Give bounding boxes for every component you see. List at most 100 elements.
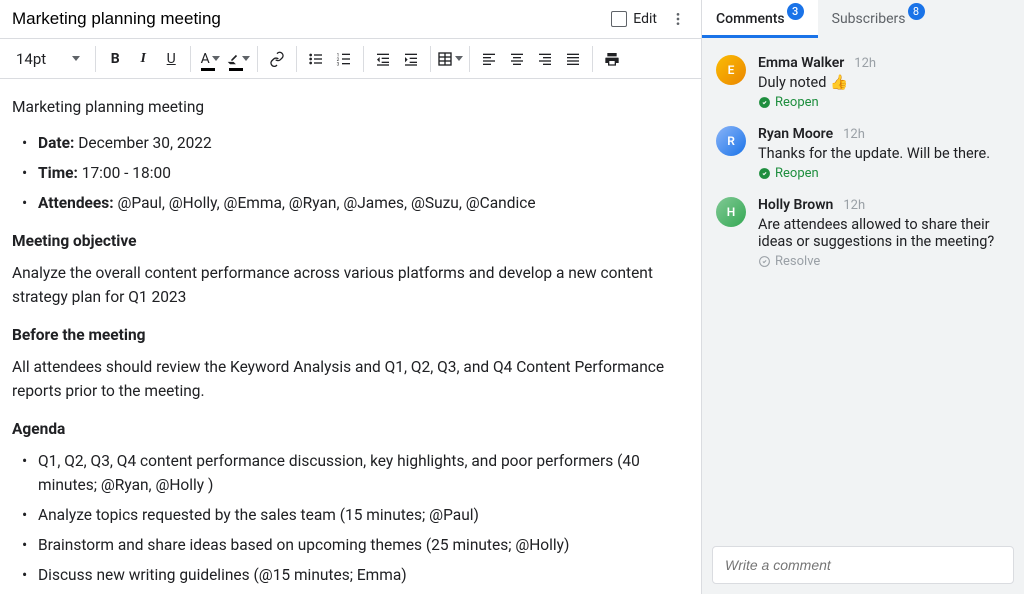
- meta-item: Time: 17:00 - 18:00: [22, 161, 689, 185]
- comments-list: E Emma Walker 12h Duly noted 👍 Reopen R …: [702, 37, 1024, 536]
- print-button[interactable]: [598, 45, 626, 73]
- chevron-down-icon: [72, 56, 80, 61]
- text-color-icon: A: [201, 51, 210, 67]
- subscribers-count-badge: 8: [908, 3, 925, 20]
- underline-icon: U: [167, 51, 176, 67]
- more-menu-button[interactable]: [667, 8, 689, 30]
- highlight-icon: [226, 52, 240, 66]
- numbered-list-button[interactable]: 123: [330, 45, 358, 73]
- svg-text:3: 3: [337, 61, 340, 66]
- tab-comments[interactable]: Comments 3: [702, 0, 818, 37]
- comment-time: 12h: [854, 56, 876, 71]
- before-text: All attendees should review the Keyword …: [12, 355, 689, 403]
- editor-header: Edit: [0, 0, 701, 39]
- bullet-list-icon: [308, 51, 324, 67]
- agenda-item: Brainstorm and share ideas based on upco…: [22, 533, 689, 557]
- comment-time: 12h: [843, 127, 865, 142]
- comment-input-wrap: [702, 536, 1024, 594]
- separator: [469, 46, 470, 72]
- highlight-button[interactable]: [224, 45, 252, 73]
- align-left-icon: [481, 51, 497, 67]
- comment-author: Emma Walker: [758, 55, 844, 71]
- separator: [592, 46, 593, 72]
- chevron-down-icon: [242, 56, 250, 61]
- underline-button[interactable]: U: [157, 45, 185, 73]
- table-icon: [437, 51, 453, 67]
- bullet-list-button[interactable]: [302, 45, 330, 73]
- separator: [363, 46, 364, 72]
- agenda-item: Analyze topics requested by the sales te…: [22, 503, 689, 527]
- text-color-button[interactable]: A: [196, 45, 224, 73]
- check-circle-icon: [758, 167, 771, 180]
- edit-checkbox-icon: [611, 11, 627, 27]
- doc-heading: Marketing planning meeting: [12, 95, 689, 119]
- italic-icon: I: [140, 51, 145, 67]
- comments-sidebar: Comments 3 Subscribers 8 E Emma Walker 1…: [702, 0, 1024, 594]
- agenda-heading: Agenda: [12, 417, 689, 441]
- doc-title-input[interactable]: [12, 9, 611, 29]
- reopen-button[interactable]: Reopen: [758, 166, 1010, 181]
- kebab-icon: [670, 11, 686, 27]
- agenda-item: Discuss new writing guidelines (@15 minu…: [22, 563, 689, 587]
- separator: [190, 46, 191, 72]
- comment-text: Duly noted 👍: [758, 74, 1010, 91]
- edit-label: Edit: [633, 11, 657, 27]
- document-content[interactable]: Marketing planning meeting Date: Decembe…: [0, 79, 701, 594]
- tab-subscribers[interactable]: Subscribers 8: [818, 0, 939, 37]
- outdent-button[interactable]: [369, 45, 397, 73]
- font-size-value: 14pt: [16, 50, 46, 68]
- separator: [430, 46, 431, 72]
- check-circle-icon: [758, 96, 771, 109]
- align-justify-button[interactable]: [559, 45, 587, 73]
- table-button[interactable]: [436, 45, 464, 73]
- chevron-down-icon: [455, 56, 463, 61]
- before-heading: Before the meeting: [12, 323, 689, 347]
- comments-count-badge: 3: [787, 3, 804, 20]
- link-icon: [269, 51, 285, 67]
- meta-item: Date: December 30, 2022: [22, 131, 689, 155]
- comment-item: H Holly Brown 12h Are attendees allowed …: [702, 189, 1024, 277]
- objective-text: Analyze the overall content performance …: [12, 261, 689, 309]
- align-right-icon: [537, 51, 553, 67]
- link-button[interactable]: [263, 45, 291, 73]
- meta-item: Attendees: @Paul, @Holly, @Emma, @Ryan, …: [22, 191, 689, 215]
- resolve-button[interactable]: Resolve: [758, 254, 1010, 269]
- align-right-button[interactable]: [531, 45, 559, 73]
- agenda-list: Q1, Q2, Q3, Q4 content performance discu…: [12, 449, 689, 594]
- comment-time: 12h: [843, 198, 865, 213]
- avatar: H: [716, 197, 746, 227]
- comment-text: Thanks for the update. Will be there.: [758, 145, 1010, 162]
- bold-button[interactable]: B: [101, 45, 129, 73]
- avatar: R: [716, 126, 746, 156]
- chevron-down-icon: [212, 56, 220, 61]
- reopen-button[interactable]: Reopen: [758, 95, 1010, 110]
- indent-button[interactable]: [397, 45, 425, 73]
- font-size-select[interactable]: 14pt: [6, 50, 90, 68]
- edit-toggle[interactable]: Edit: [611, 11, 657, 27]
- agenda-item: Q1, Q2, Q3, Q4 content performance discu…: [22, 449, 689, 497]
- print-icon: [604, 51, 620, 67]
- comment-input[interactable]: [712, 546, 1014, 584]
- avatar: E: [716, 55, 746, 85]
- align-center-button[interactable]: [503, 45, 531, 73]
- comment-author: Ryan Moore: [758, 126, 833, 142]
- separator: [95, 46, 96, 72]
- italic-button[interactable]: I: [129, 45, 157, 73]
- tab-label: Subscribers: [832, 11, 906, 27]
- formatting-toolbar: 14pt B I U A 123: [0, 39, 701, 79]
- meta-list: Date: December 30, 2022 Time: 17:00 - 18…: [12, 131, 689, 215]
- objective-heading: Meeting objective: [12, 229, 689, 253]
- tab-label: Comments: [716, 11, 785, 27]
- separator: [257, 46, 258, 72]
- align-left-button[interactable]: [475, 45, 503, 73]
- comment-text: Are attendees allowed to share their ide…: [758, 216, 1010, 250]
- comment-item: R Ryan Moore 12h Thanks for the update. …: [702, 118, 1024, 189]
- check-circle-icon: [758, 255, 771, 268]
- indent-icon: [403, 51, 419, 67]
- bold-icon: B: [111, 51, 120, 67]
- align-justify-icon: [565, 51, 581, 67]
- comment-item: E Emma Walker 12h Duly noted 👍 Reopen: [702, 47, 1024, 118]
- outdent-icon: [375, 51, 391, 67]
- separator: [296, 46, 297, 72]
- numbered-list-icon: 123: [336, 51, 352, 67]
